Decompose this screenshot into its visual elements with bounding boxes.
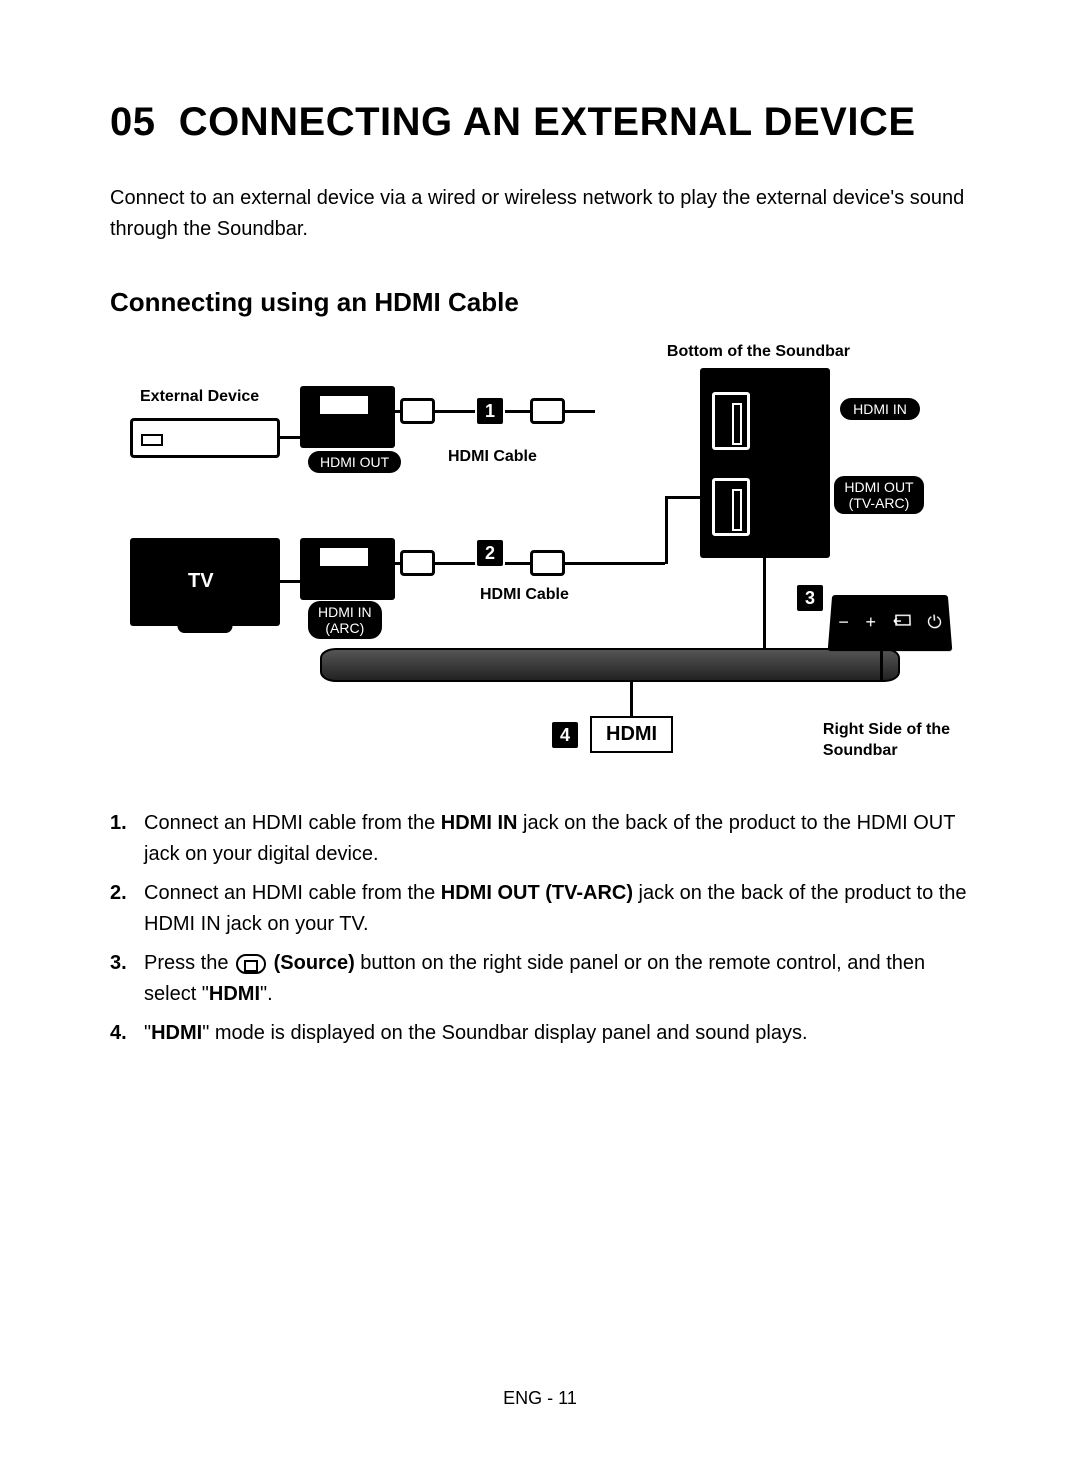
connector-line [763, 558, 766, 650]
step-text: " mode is displayed on the Soundbar disp… [202, 1022, 807, 1044]
step-2: Connect an HDMI cable from the HDMI OUT … [144, 878, 970, 940]
step-4: "HDMI" mode is displayed on the Soundbar… [144, 1018, 970, 1049]
step-text: Connect an HDMI cable from the [144, 882, 441, 904]
page-number: ENG - 11 [0, 1388, 1080, 1409]
step-text: Press the [144, 952, 234, 974]
hdmi-out-tvarc-line2: (TV-ARC) [849, 495, 910, 511]
right-side-label: Right Side of the Soundbar [823, 720, 950, 762]
hdmi-in-arc-line1: HDMI IN [318, 604, 372, 620]
step-1: Connect an HDMI cable from the HDMI IN j… [144, 808, 970, 870]
connector-line [665, 496, 668, 564]
hdmi-plug-icon [530, 398, 565, 424]
step-text: ". [260, 983, 273, 1005]
step-bold: HDMI [151, 1022, 202, 1044]
section-title: 05 CONNECTING AN EXTERNAL DEVICE [110, 100, 970, 145]
soundbar-side-panel: − + ⏻ [828, 595, 953, 651]
callout-1: 1 [475, 396, 505, 426]
hdmi-out-tvarc-line1: HDMI OUT [844, 479, 913, 495]
connector-line [880, 648, 883, 682]
hdmi-out-port-icon [300, 386, 395, 448]
bottom-soundbar-label: Bottom of the Soundbar [667, 343, 850, 361]
hdmi-plug-icon [400, 398, 435, 424]
connector-line [280, 436, 300, 439]
step-text: Connect an HDMI cable from the [144, 812, 441, 834]
hdmi-cable-label: HDMI Cable [480, 586, 569, 604]
connector-line [665, 496, 705, 499]
soundbar-bottom-panel [700, 368, 830, 558]
callout-3: 3 [795, 583, 825, 613]
connection-diagram: External Device HDMI OUT 1 HDMI Cable Bo… [130, 348, 950, 778]
soundbar-body-icon [320, 648, 900, 682]
callout-2: 2 [475, 538, 505, 568]
connector-line [280, 580, 300, 583]
right-side-line2: Soundbar [823, 742, 898, 759]
right-side-line1: Right Side of the [823, 721, 950, 738]
intro-paragraph: Connect to an external device via a wire… [110, 183, 970, 245]
step-bold: (Source) [274, 952, 355, 974]
steps-list: Connect an HDMI cable from the HDMI IN j… [110, 808, 970, 1049]
step-bold: HDMI [209, 983, 260, 1005]
volume-down-icon: − [838, 612, 850, 632]
hdmi-out-badge: HDMI OUT [308, 451, 401, 473]
hdmi-plug-icon [530, 550, 565, 576]
source-icon [893, 612, 911, 632]
hdmi-plug-icon [400, 550, 435, 576]
section-number: 05 [110, 100, 156, 144]
section-title-text: CONNECTING AN EXTERNAL DEVICE [179, 100, 916, 144]
callout-4: 4 [550, 720, 580, 750]
hdmi-out-tvarc-label: HDMI OUT (TV-ARC) [834, 476, 924, 514]
volume-up-icon: + [865, 612, 876, 632]
step-3: Press the (Source) button on the right s… [144, 948, 970, 1010]
hdmi-in-port-label: HDMI IN [840, 398, 920, 420]
hdmi-in-slot-icon [712, 392, 750, 450]
tv-label: TV [188, 570, 214, 593]
step-bold: HDMI IN [441, 812, 518, 834]
external-device-label: External Device [140, 388, 259, 406]
hdmi-display-box: HDMI [590, 716, 673, 753]
external-device-icon [130, 418, 280, 458]
step-bold: HDMI OUT (TV-ARC) [441, 882, 633, 904]
hdmi-in-arc-line2: (ARC) [325, 620, 364, 636]
hdmi-out-slot-icon [712, 478, 750, 536]
connector-line [630, 682, 633, 716]
hdmi-cable-label: HDMI Cable [448, 448, 537, 466]
hdmi-in-arc-badge: HDMI IN (ARC) [308, 601, 382, 639]
hdmi-in-arc-port-icon [300, 538, 395, 600]
power-icon: ⏻ [927, 612, 942, 632]
subheading: Connecting using an HDMI Cable [110, 287, 970, 318]
source-button-icon [236, 954, 266, 974]
